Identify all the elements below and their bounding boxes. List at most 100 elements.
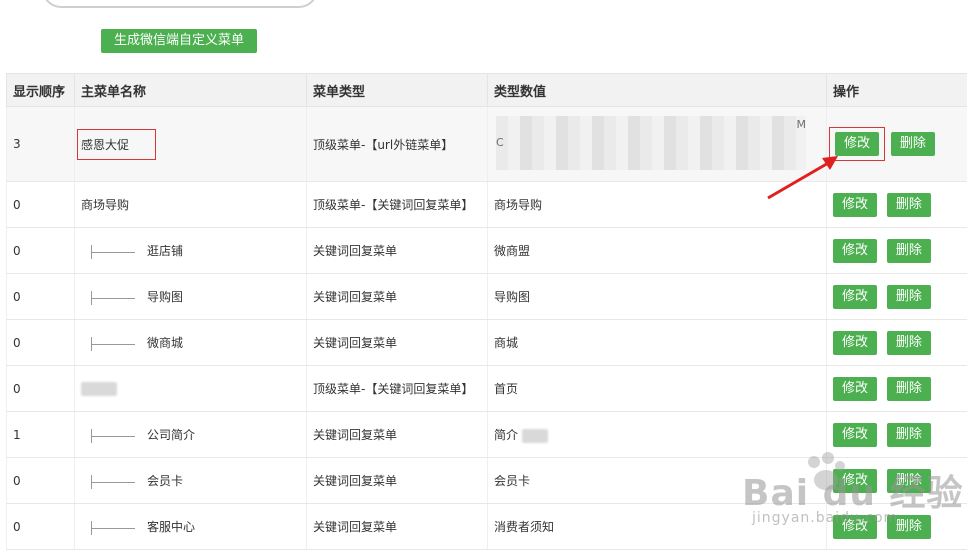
delete-button[interactable]: 删除 bbox=[886, 514, 931, 539]
header-actions: 操作 bbox=[826, 73, 967, 107]
table-header-row: 显示顺序 主菜单名称 菜单类型 类型数值 操作 bbox=[6, 73, 967, 107]
row-type: 顶级菜单-【url外链菜单】 bbox=[306, 106, 488, 182]
row-order: 1 bbox=[6, 411, 75, 458]
row-order: 0 bbox=[6, 503, 75, 550]
delete-button[interactable]: 删除 bbox=[886, 192, 931, 217]
row-type: 关键词回复菜单 bbox=[306, 457, 488, 504]
row-order: 3 bbox=[6, 106, 75, 182]
row-type: 顶级菜单-【关键词回复菜单】 bbox=[306, 181, 488, 228]
edit-button[interactable]: 修改 bbox=[833, 284, 877, 309]
row-value: 会员卡 bbox=[487, 457, 827, 504]
row-actions: 修改 删除 bbox=[826, 411, 967, 458]
row-value: 商城 bbox=[487, 319, 827, 366]
highlighted-edit-box: 修改 bbox=[829, 127, 885, 161]
row-type: 关键词回复菜单 bbox=[306, 319, 488, 366]
row-name: 导购图 bbox=[74, 273, 307, 320]
table-row: 0 微商城 关键词回复菜单 商城 修改 删除 bbox=[6, 319, 967, 366]
delete-button[interactable]: 删除 bbox=[886, 330, 931, 355]
child-menu-name: 导购图 bbox=[147, 290, 184, 304]
header-main-menu-name: 主菜单名称 bbox=[74, 73, 307, 107]
edit-button[interactable]: 修改 bbox=[833, 376, 877, 401]
tree-branch-icon bbox=[91, 428, 139, 443]
edit-button[interactable]: 修改 bbox=[833, 422, 877, 447]
mosaic-letter: C bbox=[496, 136, 504, 149]
edit-button[interactable]: 修改 bbox=[833, 468, 877, 493]
blurred-value bbox=[521, 428, 548, 443]
blurred-name bbox=[81, 381, 117, 396]
row-name: 商场导购 bbox=[74, 181, 307, 228]
row-type: 顶级菜单-【关键词回复菜单】 bbox=[306, 365, 488, 412]
row-type: 关键词回复菜单 bbox=[306, 227, 488, 274]
row-order: 0 bbox=[6, 457, 75, 504]
child-menu-name: 微商城 bbox=[147, 336, 184, 350]
tree-branch-icon bbox=[91, 520, 139, 535]
row-type: 关键词回复菜单 bbox=[306, 503, 488, 550]
table-row: 0 导购图 关键词回复菜单 导购图 修改 删除 bbox=[6, 273, 967, 320]
row-actions: 修改 删除 bbox=[826, 227, 967, 274]
tree-branch-icon bbox=[91, 336, 139, 351]
table-row: 0 逛店铺 关键词回复菜单 微商盟 修改 删除 bbox=[6, 227, 967, 274]
highlighted-menu-name: 感恩大促 bbox=[77, 128, 157, 160]
menu-management-page: 生成微信端自定义菜单 显示顺序 主菜单名称 菜单类型 类型数值 操作 3 感恩大… bbox=[0, 0, 967, 557]
row-value: 微商盟 bbox=[487, 227, 827, 274]
generate-wechat-menu-button[interactable]: 生成微信端自定义菜单 bbox=[101, 29, 257, 53]
row-order: 0 bbox=[6, 319, 75, 366]
edit-button[interactable]: 修改 bbox=[833, 192, 877, 217]
edit-button[interactable]: 修改 bbox=[833, 514, 877, 539]
child-menu-name: 会员卡 bbox=[147, 474, 184, 488]
tree-branch-icon bbox=[91, 290, 139, 305]
redacted-url-mosaic: M C bbox=[496, 116, 806, 170]
table-row: 0 会员卡 关键词回复菜单 会员卡 修改 删除 bbox=[6, 457, 967, 504]
header-order: 显示顺序 bbox=[6, 73, 75, 107]
child-menu-name: 逛店铺 bbox=[147, 244, 184, 258]
delete-button[interactable]: 删除 bbox=[890, 132, 935, 156]
edit-button[interactable]: 修改 bbox=[833, 238, 877, 263]
delete-button[interactable]: 删除 bbox=[886, 238, 931, 263]
child-menu-name: 客服中心 bbox=[147, 520, 196, 534]
header-type-value: 类型数值 bbox=[487, 73, 827, 107]
row-name: 会员卡 bbox=[74, 457, 307, 504]
edit-button[interactable]: 修改 bbox=[833, 330, 877, 355]
child-menu-name: 公司简介 bbox=[147, 428, 196, 442]
row-name: 客服中心 bbox=[74, 503, 307, 550]
header-menu-type: 菜单类型 bbox=[306, 73, 488, 107]
delete-button[interactable]: 删除 bbox=[886, 376, 931, 401]
row-actions: 修改 删除 bbox=[826, 319, 967, 366]
row-name bbox=[74, 365, 307, 412]
row-name: 感恩大促 bbox=[74, 106, 307, 182]
row-value: 简介 bbox=[487, 411, 827, 458]
row-type: 关键词回复菜单 bbox=[306, 273, 488, 320]
row-value: 商场导购 bbox=[487, 181, 827, 228]
row-actions: 修改 删除 bbox=[826, 273, 967, 320]
mosaic-letter: M bbox=[796, 118, 807, 131]
table-row: 0 商场导购 顶级菜单-【关键词回复菜单】 商场导购 修改 删除 bbox=[6, 181, 967, 228]
value-text: 简介 bbox=[494, 428, 519, 442]
tree-branch-icon bbox=[91, 474, 139, 489]
row-actions: 修改 删除 bbox=[826, 503, 967, 550]
row-type: 关键词回复菜单 bbox=[306, 411, 488, 458]
delete-button[interactable]: 删除 bbox=[886, 422, 931, 447]
row-actions: 修改 删除 bbox=[826, 106, 967, 182]
delete-button[interactable]: 删除 bbox=[886, 284, 931, 309]
table-row: 0 客服中心 关键词回复菜单 消费者须知 修改 删除 bbox=[6, 503, 967, 550]
row-name: 逛店铺 bbox=[74, 227, 307, 274]
top-search-shape bbox=[42, 0, 318, 8]
row-order: 0 bbox=[6, 365, 75, 412]
row-name: 微商城 bbox=[74, 319, 307, 366]
row-value: 消费者须知 bbox=[487, 503, 827, 550]
row-order: 0 bbox=[6, 273, 75, 320]
edit-button[interactable]: 修改 bbox=[835, 132, 879, 156]
row-value: 首页 bbox=[487, 365, 827, 412]
row-actions: 修改 删除 bbox=[826, 457, 967, 504]
row-order: 0 bbox=[6, 227, 75, 274]
menu-table: 显示顺序 主菜单名称 菜单类型 类型数值 操作 3 感恩大促 顶级菜单-【url… bbox=[6, 73, 967, 550]
row-value: 导购图 bbox=[487, 273, 827, 320]
table-row: 0 顶级菜单-【关键词回复菜单】 首页 修改 删除 bbox=[6, 365, 967, 412]
row-actions: 修改 删除 bbox=[826, 365, 967, 412]
delete-button[interactable]: 删除 bbox=[886, 468, 931, 493]
row-name: 公司简介 bbox=[74, 411, 307, 458]
tree-branch-icon bbox=[91, 244, 139, 259]
row-order: 0 bbox=[6, 181, 75, 228]
row-actions: 修改 删除 bbox=[826, 181, 967, 228]
table-row: 1 公司简介 关键词回复菜单 简介 修改 删除 bbox=[6, 411, 967, 458]
